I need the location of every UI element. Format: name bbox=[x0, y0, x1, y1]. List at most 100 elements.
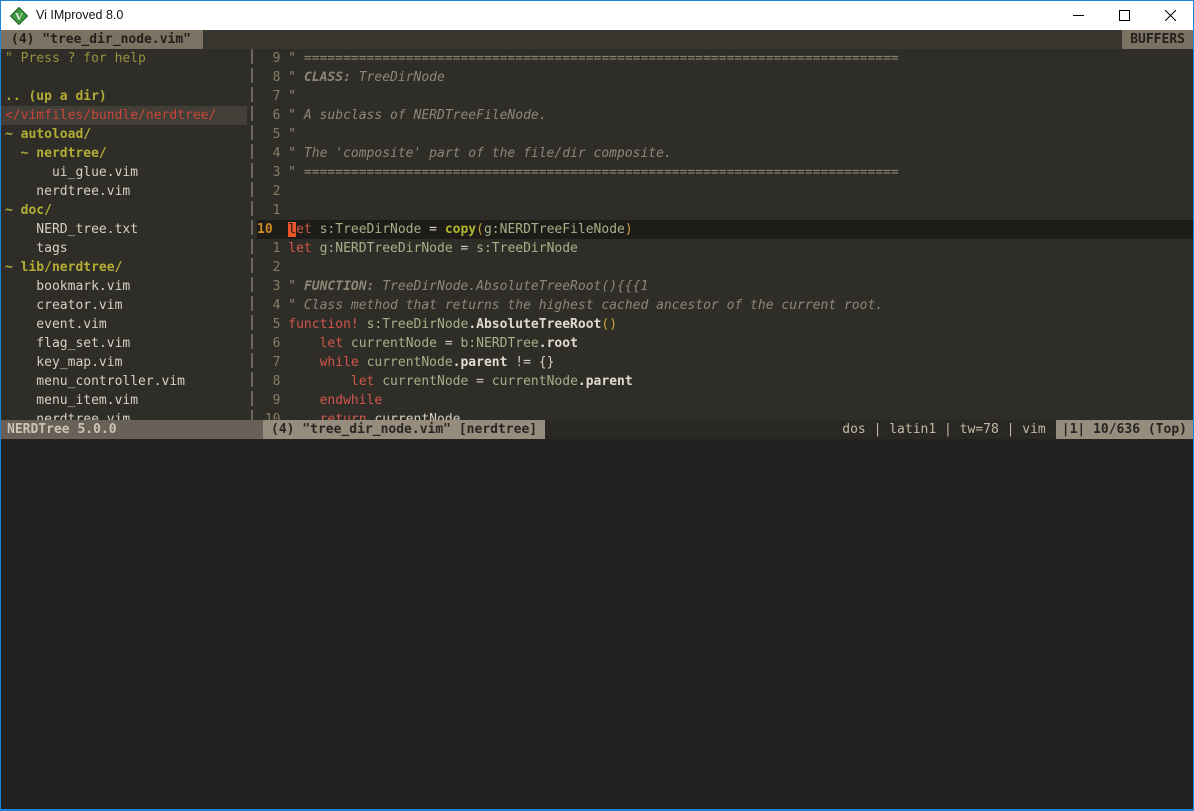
line-number: 8 bbox=[257, 68, 280, 87]
tree-file-item[interactable]: NERD_tree.txt bbox=[1, 220, 247, 239]
tree-file-item[interactable]: nerdtree.vim bbox=[1, 182, 247, 201]
line-number: 6 bbox=[257, 334, 280, 353]
tree-file-item[interactable]: bookmark.vim bbox=[1, 277, 247, 296]
code-line[interactable]: 2 bbox=[257, 182, 1193, 201]
code-text: function! s:TreeDirNode.AbsoluteTreeRoot… bbox=[288, 315, 617, 334]
maximize-button[interactable] bbox=[1101, 1, 1147, 30]
line-number: 4 bbox=[257, 144, 280, 163]
line-number: 10 bbox=[257, 410, 280, 420]
line-number: 2 bbox=[257, 258, 280, 277]
tree-root-path[interactable]: </vimfiles/bundle/nerdtree/ bbox=[1, 106, 247, 125]
tree-dir-item[interactable]: ~ lib/nerdtree/ bbox=[1, 258, 247, 277]
code-text: " CLASS: TreeDirNode bbox=[288, 68, 445, 87]
tree-file-item[interactable]: nerdtree.vim bbox=[1, 410, 247, 420]
file-badge: (4) "tree_dir_node.vim" [nerdtree] bbox=[263, 420, 545, 439]
tree-dir-item[interactable]: ~ nerdtree/ bbox=[1, 144, 247, 163]
main-area: " Press ? for help .. (up a dir)</vimfil… bbox=[1, 49, 1193, 420]
line-number: 4 bbox=[257, 296, 280, 315]
code-line[interactable]: 8 let currentNode = currentNode.parent bbox=[257, 372, 1193, 391]
code-line[interactable]: 8 " CLASS: TreeDirNode bbox=[257, 68, 1193, 87]
editor-panel[interactable]: 9 " =====================================… bbox=[257, 49, 1193, 420]
line-number: 8 bbox=[257, 372, 280, 391]
window-separator[interactable] bbox=[247, 49, 257, 420]
cursor-block: l bbox=[288, 222, 296, 237]
tree-file-item[interactable]: flag_set.vim bbox=[1, 334, 247, 353]
svg-text:V: V bbox=[15, 11, 23, 23]
tree-file-item[interactable]: menu_controller.vim bbox=[1, 372, 247, 391]
code-text: " ======================================… bbox=[288, 163, 898, 182]
tree-file-item[interactable]: ui_glue.vim bbox=[1, 163, 247, 182]
code-line[interactable]: 2 bbox=[257, 258, 1193, 277]
code-text: let g:NERDTreeDirNode = s:TreeDirNode bbox=[288, 239, 578, 258]
minimize-button[interactable] bbox=[1055, 1, 1101, 30]
code-text: endwhile bbox=[288, 391, 382, 410]
code-text: let s:TreeDirNode = copy(g:NERDTreeFileN… bbox=[288, 220, 632, 239]
code-line[interactable]: 10 return currentNode bbox=[257, 410, 1193, 420]
vim-window: V Vi IMproved 8.0 (4) "tree_dir_node.vim… bbox=[0, 0, 1194, 811]
line-number: 7 bbox=[257, 353, 280, 372]
command-line[interactable] bbox=[1, 439, 1193, 810]
titlebar: V Vi IMproved 8.0 bbox=[1, 1, 1193, 30]
position-badge: |1| 10/636 (Top) bbox=[1056, 420, 1193, 439]
status-row: NERDTree 5.0.0 (4) "tree_dir_node.vim" [… bbox=[1, 420, 1193, 439]
line-number: 1 bbox=[257, 239, 280, 258]
tree-up-item[interactable]: .. (up a dir) bbox=[1, 87, 247, 106]
code-line[interactable]: 5 function! s:TreeDirNode.AbsoluteTreeRoo… bbox=[257, 315, 1193, 334]
code-text: " FUNCTION: TreeDirNode.AbsoluteTreeRoot… bbox=[288, 277, 648, 296]
tree-file-item[interactable]: tags bbox=[1, 239, 247, 258]
tree-file-item[interactable]: menu_item.vim bbox=[1, 391, 247, 410]
line-number: 10 bbox=[257, 220, 280, 239]
code-line[interactable]: 4 " The 'composite' part of the file/dir … bbox=[257, 144, 1193, 163]
nerdtree-statusline: NERDTree 5.0.0 bbox=[1, 420, 263, 439]
buffers-label: BUFFERS bbox=[1122, 30, 1193, 49]
tree-dir-item[interactable]: ~ doc/ bbox=[1, 201, 247, 220]
code-text: while currentNode.parent != {} bbox=[288, 353, 554, 372]
window-controls bbox=[1055, 1, 1193, 30]
tree-file-item[interactable]: key_map.vim bbox=[1, 353, 247, 372]
code-line[interactable]: 4 " Class method that returns the highest… bbox=[257, 296, 1193, 315]
code-text: " ======================================… bbox=[288, 49, 898, 68]
code-line[interactable]: 1 let g:NERDTreeDirNode = s:TreeDirNode bbox=[257, 239, 1193, 258]
separator-bar bbox=[251, 49, 253, 420]
code-line[interactable]: 7" bbox=[257, 87, 1193, 106]
window-title: Vi IMproved 8.0 bbox=[36, 1, 123, 30]
tree-dir-item[interactable]: ~ autoload/ bbox=[1, 125, 247, 144]
tabline: (4) "tree_dir_node.vim" BUFFERS bbox=[1, 30, 1193, 49]
tabline-fill bbox=[203, 30, 1122, 49]
code-text: " A subclass of NERDTreeFileNode. bbox=[288, 106, 546, 125]
close-button[interactable] bbox=[1147, 1, 1193, 30]
line-number: 2 bbox=[257, 182, 280, 201]
line-number: 1 bbox=[257, 201, 280, 220]
line-number: 3 bbox=[257, 277, 280, 296]
tab-tree-dir-node[interactable]: (4) "tree_dir_node.vim" bbox=[1, 30, 203, 49]
line-number: 5 bbox=[257, 315, 280, 334]
code-line[interactable]: 6 " A subclass of NERDTreeFileNode. bbox=[257, 106, 1193, 125]
code-line[interactable]: 9 endwhile bbox=[257, 391, 1193, 410]
code-line[interactable]: 1 bbox=[257, 201, 1193, 220]
tree-help-line: " Press ? for help bbox=[1, 49, 247, 68]
code-line[interactable]: 7 while currentNode.parent != {} bbox=[257, 353, 1193, 372]
editor-statusline: (4) "tree_dir_node.vim" [nerdtree] dos |… bbox=[263, 420, 1193, 439]
tree-file-item[interactable]: creator.vim bbox=[1, 296, 247, 315]
code-text: " bbox=[288, 125, 296, 144]
code-line[interactable]: 9 " =====================================… bbox=[257, 49, 1193, 68]
code-text: let currentNode = currentNode.parent bbox=[288, 372, 632, 391]
nerdtree-panel: " Press ? for help .. (up a dir)</vimfil… bbox=[1, 49, 247, 420]
code-line[interactable]: 5" bbox=[257, 125, 1193, 144]
line-number: 3 bbox=[257, 163, 280, 182]
code-text: let currentNode = b:NERDTree.root bbox=[288, 334, 578, 353]
code-text: " The 'composite' part of the file/dir c… bbox=[288, 144, 672, 163]
code-line-current[interactable]: 10 let s:TreeDirNode = copy(g:NERDTreeFil… bbox=[257, 220, 1193, 239]
tree-file-item[interactable]: event.vim bbox=[1, 315, 247, 334]
code-text: " Class method that returns the highest … bbox=[288, 296, 883, 315]
line-number: 5 bbox=[257, 125, 280, 144]
code-text: return currentNode bbox=[288, 410, 460, 420]
code-line[interactable]: 3 " FUNCTION: TreeDirNode.AbsoluteTreeRoo… bbox=[257, 277, 1193, 296]
code-line[interactable]: 3 " =====================================… bbox=[257, 163, 1193, 182]
code-line[interactable]: 6 let currentNode = b:NERDTree.root bbox=[257, 334, 1193, 353]
line-number: 9 bbox=[257, 49, 280, 68]
tree-blank-line bbox=[1, 68, 247, 87]
vim-app-icon: V bbox=[10, 7, 28, 25]
line-number: 9 bbox=[257, 391, 280, 410]
line-number: 6 bbox=[257, 106, 280, 125]
